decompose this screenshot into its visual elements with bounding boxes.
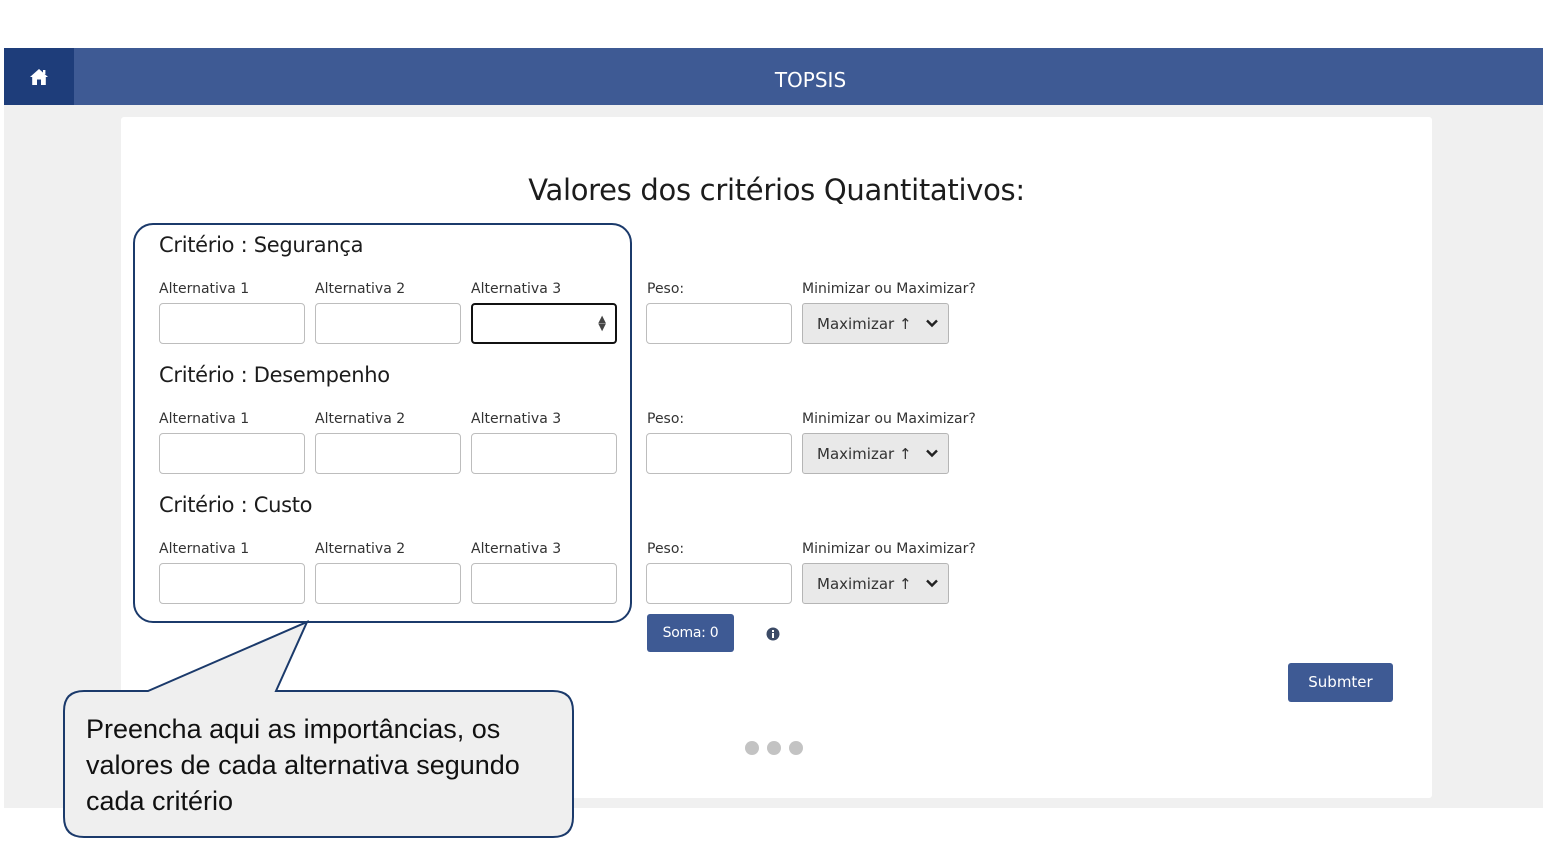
callout-text: Preencha aqui as importâncias, os valore…: [86, 714, 520, 816]
